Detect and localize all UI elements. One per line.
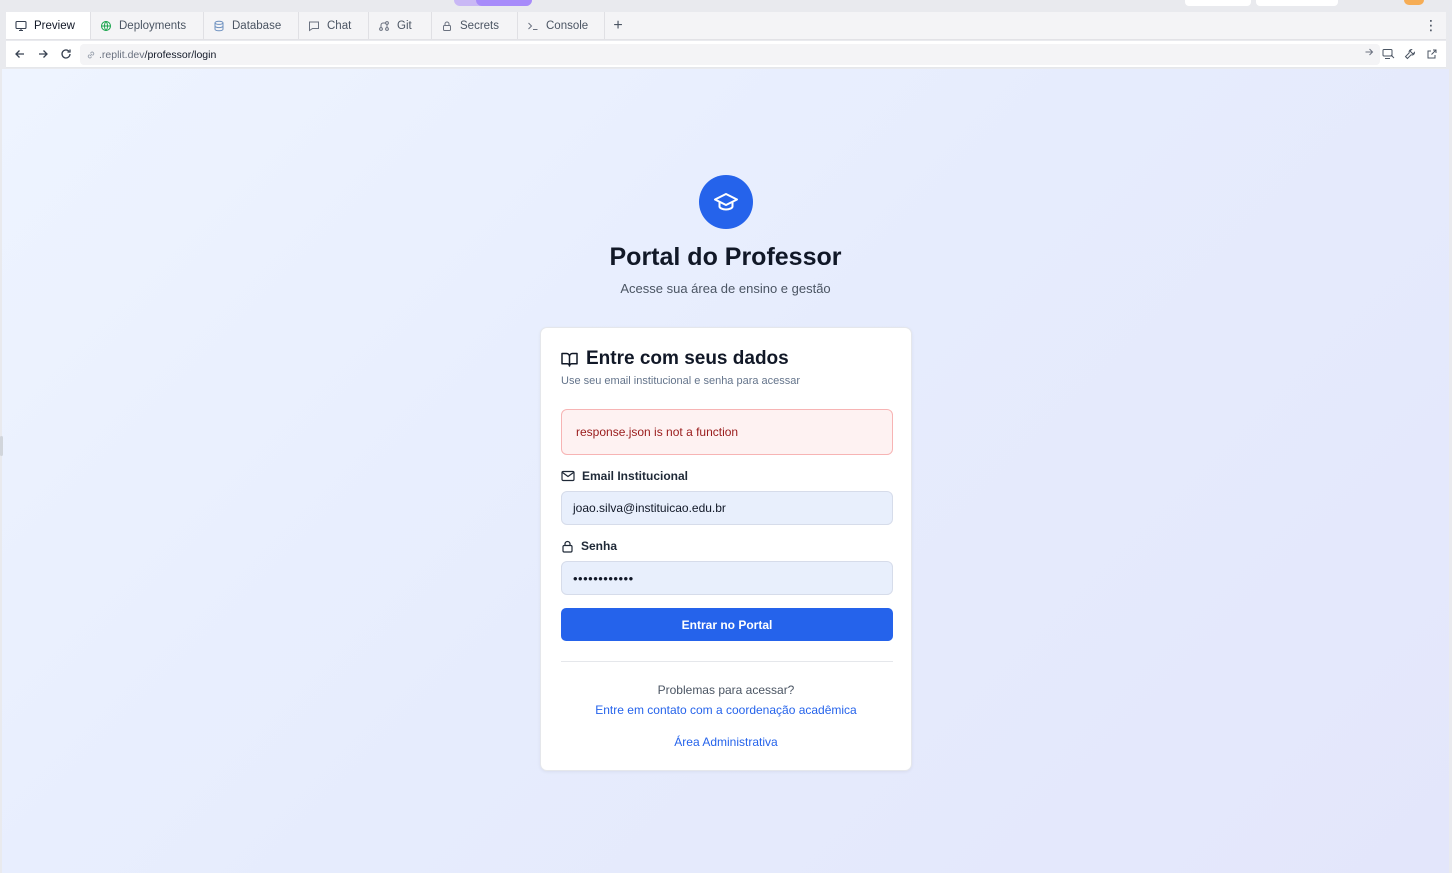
tab-label: Chat	[327, 19, 352, 32]
monitor-icon	[14, 19, 28, 33]
git-icon	[377, 19, 391, 33]
tab-console[interactable]: Console	[518, 12, 605, 39]
page-title: Portal do Professor	[609, 243, 842, 271]
password-field[interactable]: ••••••••••••	[561, 561, 893, 595]
add-tab-button[interactable]: +	[605, 12, 631, 39]
lock-icon	[440, 19, 454, 33]
tab-bar: Preview Deployments Database Chat Git Se…	[6, 12, 1446, 40]
card-title: Entre com seus dados	[586, 348, 789, 369]
chat-icon	[307, 19, 321, 33]
login-card: Entre com seus dados Use seu email insti…	[540, 327, 912, 771]
tab-label: Preview	[34, 19, 75, 32]
more-menu-icon[interactable]: ⋮	[1424, 17, 1438, 34]
globe-icon	[99, 19, 113, 33]
password-label: Senha	[561, 539, 617, 553]
tab-label: Deployments	[119, 19, 187, 32]
database-icon	[212, 19, 226, 33]
url-tools	[1380, 44, 1440, 64]
email-label-text: Email Institucional	[582, 469, 689, 483]
external-link-icon	[1427, 49, 1437, 59]
help-question: Problemas para acessar?	[657, 683, 795, 697]
logo	[699, 175, 753, 229]
open-new-tab-button[interactable]	[1424, 44, 1440, 64]
card-header: Entre com seus dados	[561, 348, 789, 370]
tab-preview[interactable]: Preview	[6, 12, 91, 39]
tab-label: Secrets	[460, 19, 499, 32]
back-button[interactable]	[8, 43, 31, 66]
password-label-text: Senha	[581, 539, 618, 553]
arrow-right-icon	[38, 50, 48, 58]
card-description: Use seu email institucional e senha para…	[561, 375, 801, 387]
tab-label: Git	[397, 19, 412, 32]
preview-viewport: Portal do Professor Acesse sua área de e…	[2, 69, 1449, 873]
reload-button[interactable]	[54, 43, 77, 66]
lock-icon	[562, 540, 573, 553]
email-label: Email Institucional	[561, 469, 688, 483]
devtools-button[interactable]	[1380, 44, 1396, 64]
window-top-strip	[0, 0, 1452, 12]
tab-label: Console	[546, 19, 589, 32]
book-open-icon	[561, 352, 578, 367]
notification-dot	[1404, 0, 1424, 5]
tab-database[interactable]: Database	[204, 12, 299, 39]
url-host: .replit.dev	[99, 48, 145, 61]
top-button[interactable]	[1256, 0, 1338, 6]
tab-chat[interactable]: Chat	[299, 12, 369, 39]
url-bar: .replit.dev /professor/login	[6, 41, 1446, 68]
contact-coordination-link[interactable]: Entre em contato com a coordenação acadê…	[541, 703, 911, 717]
error-alert: response.json is not a function	[561, 409, 893, 455]
arrow-right-icon	[1365, 48, 1374, 56]
page-subtitle: Acesse sua área de ensino e gestão	[620, 281, 831, 296]
tools-button[interactable]	[1402, 44, 1418, 64]
admin-area-link[interactable]: Área Administrativa	[541, 735, 911, 749]
tab-deployments[interactable]: Deployments	[91, 12, 204, 39]
graduation-cap-icon	[714, 193, 738, 211]
reload-icon	[60, 49, 71, 59]
resize-handle[interactable]	[0, 436, 3, 456]
terminal-icon	[526, 19, 540, 33]
tab-label: Database	[232, 19, 282, 32]
arrow-left-icon	[14, 50, 24, 58]
email-field[interactable]: joao.silva@instituicao.edu.br	[561, 491, 893, 525]
url-path: /professor/login	[144, 48, 217, 61]
tab-secrets[interactable]: Secrets	[432, 12, 518, 39]
divider	[561, 661, 893, 662]
top-button[interactable]	[1185, 0, 1251, 6]
link-icon	[87, 51, 95, 58]
tab-git[interactable]: Git	[369, 12, 432, 39]
screen-inspect-icon	[1382, 49, 1394, 59]
top-pill-active	[476, 0, 532, 6]
forward-button[interactable]	[31, 43, 54, 66]
wrench-icon	[1404, 48, 1416, 60]
mail-icon	[561, 470, 575, 482]
go-button[interactable]	[1364, 47, 1374, 60]
login-button[interactable]: Entrar no Portal	[561, 608, 893, 641]
url-input[interactable]: .replit.dev /professor/login	[80, 44, 1380, 65]
